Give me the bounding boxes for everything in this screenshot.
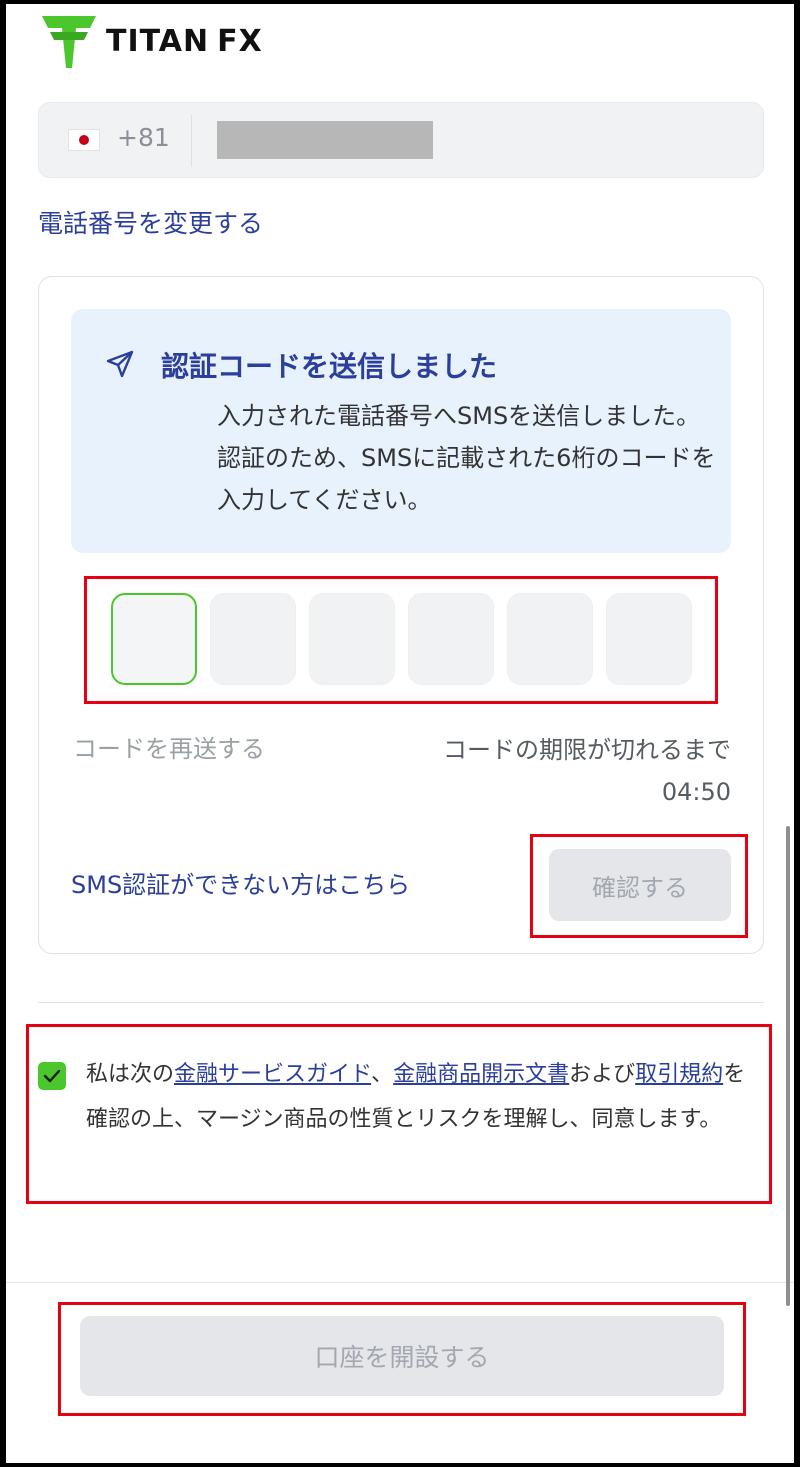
resend-code-link[interactable]: コードを再送する <box>73 729 265 764</box>
phone-number-field[interactable]: +81 <box>38 102 764 178</box>
expiry-label: コードの期限が切れるまで <box>443 736 731 764</box>
send-icon <box>106 350 134 378</box>
footer-divider <box>6 1282 794 1283</box>
highlight-code-inputs <box>84 576 718 704</box>
field-separator <box>191 115 192 167</box>
notice-body: 入力された電話番号へSMSを送信しました。認証のため、SMSに記載された6桁のコ… <box>217 402 716 514</box>
expiry-info: コードの期限が切れるまで 04:50 <box>443 729 731 813</box>
country-code[interactable]: +81 <box>117 123 170 152</box>
app-screen: TITAN FX +81 電話番号を変更する 認証コードを送信しました 入力された… <box>6 4 794 1463</box>
highlight-confirm-button <box>530 834 748 938</box>
highlight-open-account <box>58 1302 746 1416</box>
sms-help-link[interactable]: SMS認証ができない方はこちら <box>71 865 410 900</box>
masked-phone-number[interactable] <box>217 121 433 159</box>
titan-fx-logo: TITAN FX <box>40 12 263 70</box>
titan-logo-icon <box>42 16 96 68</box>
section-divider <box>38 1002 764 1003</box>
change-phone-link[interactable]: 電話番号を変更する <box>38 204 263 240</box>
japan-flag-icon <box>69 130 99 150</box>
highlight-agreement <box>26 1024 772 1204</box>
scrollbar[interactable] <box>786 826 790 1306</box>
sms-sent-notice: 認証コードを送信しました 入力された電話番号へSMSを送信しました。認証のため、… <box>71 309 731 553</box>
brand-name: TITAN FX <box>106 23 263 59</box>
expiry-timer: 04:50 <box>661 778 731 806</box>
notice-title: 認証コードを送信しました <box>161 350 498 383</box>
